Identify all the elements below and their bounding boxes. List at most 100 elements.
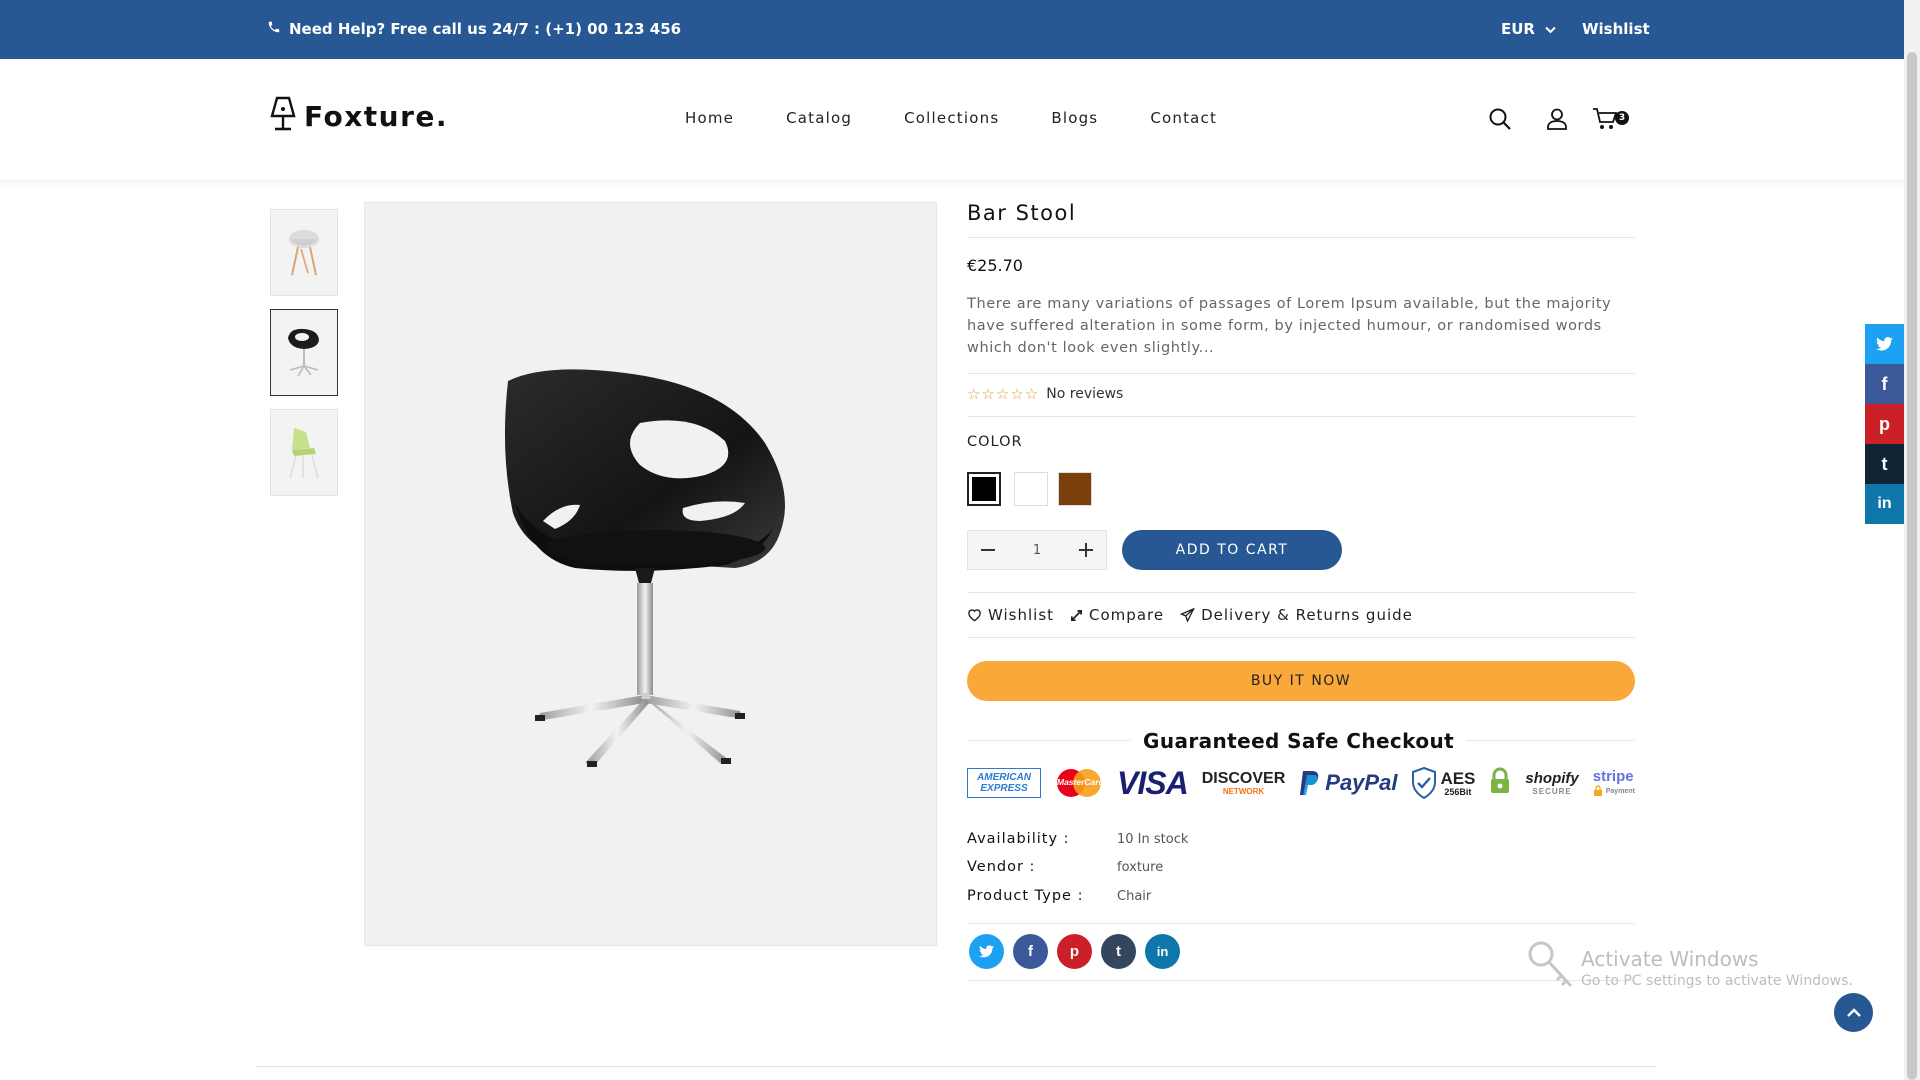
thumbnail-white-chair[interactable] [270,209,338,296]
side-linkedin-button[interactable]: in [1865,484,1904,524]
safe-checkout-title: Guaranteed Safe Checkout [1131,729,1467,753]
mastercard-icon: MasterCard [1055,768,1104,798]
top-bar: Need Help? Free call us 24/7 : (+1) 00 1… [0,0,1904,59]
divider [967,923,1635,924]
back-to-top-button[interactable] [1834,993,1873,1032]
nav-catalog[interactable]: Catalog [786,109,852,127]
pinterest-icon: p [1069,943,1080,960]
wishlist-action[interactable]: Wishlist [967,606,1054,624]
stripe-icon: stripe Payment [1593,769,1635,797]
stripe-sub-text: Payment [1605,787,1635,795]
user-icon[interactable] [1545,107,1569,135]
facebook-icon: f [1028,943,1033,960]
paypal-text: PayPal [1325,770,1398,795]
aes-256bit-icon: AES 256Bit [1411,767,1475,799]
discover-text: DISCOVER [1201,770,1286,787]
currency-selector[interactable]: EUR [1501,20,1556,38]
side-pinterest-button[interactable]: p [1865,404,1904,444]
thumbnail-black-chair[interactable] [270,309,338,396]
scrollbar-thumb[interactable] [1907,52,1917,1080]
phone-icon [267,20,281,38]
twitter-icon [979,945,994,958]
swatch-white[interactable] [1014,472,1048,506]
share-linkedin-button[interactable]: in [1145,934,1180,969]
reviews-count: No reviews [1046,386,1124,402]
top-wishlist-link[interactable]: Wishlist [1582,20,1650,38]
vendor-label: Vendor : [967,859,1036,875]
amex-text-2: EXPRESS [980,783,1028,794]
buy-now-button[interactable]: BUY IT NOW [967,661,1635,701]
divider [967,416,1635,417]
logo-text: Foxture. [304,99,449,133]
vendor-value: foxture [1117,860,1164,875]
black-chair-image [504,369,785,767]
swatch-black[interactable] [967,472,1001,506]
shopify-secure-icon: shopify SECURE [1525,769,1579,796]
tumblr-icon: t [1881,453,1888,474]
product-description: There are many variations of passages of… [967,296,1612,356]
plus-icon [1079,543,1093,557]
compare-action[interactable]: Compare [1070,606,1164,624]
white-chair-thumb-image [289,229,319,275]
share-facebook-button[interactable]: f [1013,934,1048,969]
mastercard-text: MasterCard [1057,777,1104,787]
star-empty-icon: ☆ [995,384,1010,403]
amex-text-1: AMERICAN [977,772,1031,783]
swatch-brown-fill [1059,473,1091,505]
minus-icon [981,549,995,551]
nav-blogs[interactable]: Blogs [1051,109,1098,127]
product-type-label: Product Type : [967,888,1084,904]
activate-windows-subtitle: Go to PC settings to activate Windows. [1581,973,1853,989]
product-title: Bar Stool [967,201,1077,225]
star-empty-icon: ☆ [967,384,981,403]
nav-contact[interactable]: Contact [1150,109,1217,127]
star-empty-icon: ☆ [1024,384,1039,403]
visa-icon: VISA [1117,764,1189,801]
delivery-action[interactable]: Delivery & Returns guide [1180,606,1413,624]
share-tumblr-button[interactable]: t [1101,934,1136,969]
minus-button[interactable] [968,530,1008,570]
help-line: Need Help? Free call us 24/7 : (+1) 00 1… [267,20,681,38]
linkedin-icon: in [1877,495,1892,512]
amex-icon: AMERICAN EXPRESS [967,768,1041,798]
discover-sub-text: NETWORK [1222,787,1265,796]
side-twitter-button[interactable] [1865,324,1904,364]
nav-home[interactable]: Home [685,109,734,127]
add-to-cart-button[interactable]: ADD TO CART [1122,530,1342,570]
compare-icon [1071,609,1083,621]
product-type-value: Chair [1117,889,1152,904]
availability-label: Availability : [967,831,1070,847]
chevron-down-icon [1545,20,1556,38]
swatch-brown[interactable] [1058,472,1092,506]
lamp-logo-icon [268,95,298,137]
aes-text: AES [1440,768,1476,788]
cart-icon[interactable] [1592,107,1618,135]
plus-button[interactable] [1066,530,1106,570]
paper-plane-icon [1180,608,1195,622]
twitter-icon [1876,337,1893,351]
share-twitter-button[interactable] [969,934,1004,969]
search-icon[interactable] [1488,107,1512,135]
divider [967,237,1635,238]
nav-collections[interactable]: Collections [904,109,999,127]
rating[interactable]: ☆ ☆ ☆ ☆ ☆ No reviews [967,386,1123,402]
shopify-text: shopify [1525,769,1579,787]
logo[interactable]: Foxture. [268,95,448,137]
quantity-stepper: 1 [967,530,1107,570]
delivery-label: Delivery & Returns guide [1201,606,1413,624]
shopify-sub-text: SECURE [1532,786,1572,796]
side-facebook-button[interactable]: f [1865,364,1904,404]
black-chair-thumb-image [288,328,319,376]
compare-label: Compare [1089,606,1165,624]
share-pinterest-button[interactable]: p [1057,934,1092,969]
main-product-image[interactable] [364,202,937,946]
star-empty-icon: ☆ [1010,384,1024,403]
linkedin-icon: in [1156,944,1169,959]
side-tumblr-button[interactable]: t [1865,444,1904,484]
page-scrollbar[interactable] [1904,0,1920,1080]
thumbnail-green-chair[interactable] [270,409,338,496]
aes-sub-text: 256Bit [1444,786,1472,797]
key-icon [1528,941,1573,988]
quantity-input[interactable]: 1 [1008,543,1066,558]
padlock-icon [1489,767,1511,799]
